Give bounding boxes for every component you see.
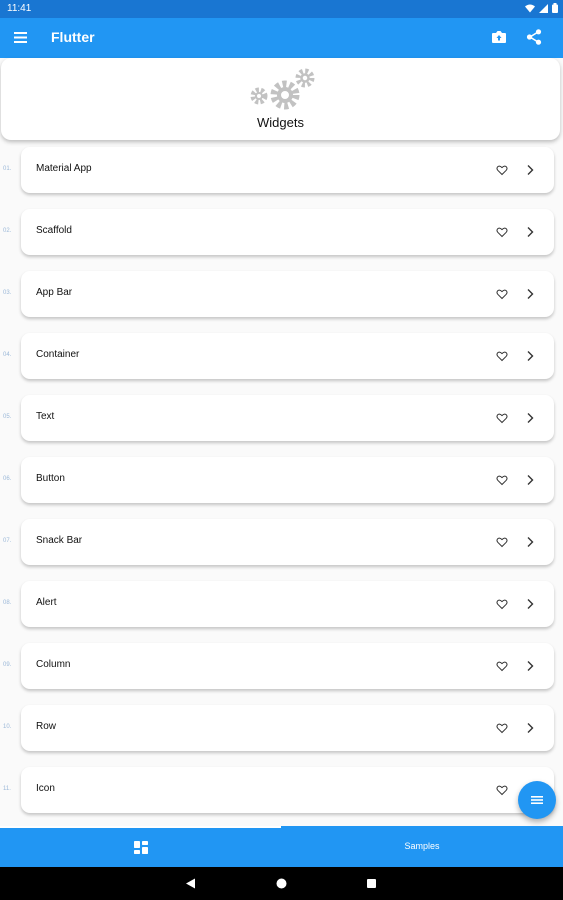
chevron-right-icon[interactable] xyxy=(525,164,535,176)
widget-card[interactable]: Button xyxy=(21,457,554,503)
app-bar: Flutter xyxy=(0,18,563,58)
favorite-icon[interactable] xyxy=(496,722,508,734)
list-item: 02. Scaffold xyxy=(0,203,563,265)
widget-card[interactable]: Row xyxy=(21,705,554,751)
app-title: Flutter xyxy=(51,29,95,45)
back-icon[interactable] xyxy=(185,878,196,889)
widget-label: Container xyxy=(36,349,80,360)
favorite-icon[interactable] xyxy=(496,350,508,362)
widget-label: Icon xyxy=(36,783,55,794)
widget-card[interactable]: Icon xyxy=(21,767,554,813)
selected-tab-indicator xyxy=(0,826,281,828)
chevron-right-icon[interactable] xyxy=(525,350,535,362)
item-number: 10. xyxy=(3,724,12,730)
item-number: 06. xyxy=(3,476,12,482)
favorite-icon[interactable] xyxy=(496,474,508,486)
favorite-icon[interactable] xyxy=(496,412,508,424)
list-item: 05. Text xyxy=(0,389,563,451)
battery-icon xyxy=(552,3,558,13)
list-item: 01. Material App xyxy=(0,141,563,203)
widget-label: Button xyxy=(36,473,65,484)
tab-samples-label: Samples xyxy=(404,841,440,851)
list-item: 10. Row xyxy=(0,699,563,761)
item-number: 11. xyxy=(3,786,11,792)
share-icon[interactable] xyxy=(525,28,543,46)
favorite-icon[interactable] xyxy=(496,598,508,610)
favorite-icon[interactable] xyxy=(496,226,508,238)
header-title: Widgets xyxy=(257,115,304,130)
widget-card[interactable]: Column xyxy=(21,643,554,689)
recents-icon[interactable] xyxy=(366,878,377,889)
status-bar: 11:41 xyxy=(0,0,563,18)
widget-card[interactable]: Material App xyxy=(21,147,554,193)
widget-label: Snack Bar xyxy=(36,535,83,546)
home-icon[interactable] xyxy=(276,878,287,889)
favorite-icon[interactable] xyxy=(496,536,508,548)
item-number: 01. xyxy=(3,166,12,172)
dashboard-icon xyxy=(134,841,148,854)
chevron-right-icon[interactable] xyxy=(525,288,535,300)
list-item: 08. Alert xyxy=(0,575,563,637)
widget-label: App Bar xyxy=(36,287,73,298)
widget-label: Alert xyxy=(36,597,57,608)
widget-card[interactable]: Alert xyxy=(21,581,554,627)
widget-label: Text xyxy=(36,411,55,422)
wifi-icon xyxy=(525,4,535,12)
tab-widgets[interactable] xyxy=(0,826,281,867)
item-number: 03. xyxy=(3,290,12,296)
status-icons xyxy=(525,3,558,13)
widget-label: Column xyxy=(36,659,71,670)
system-navigation-bar xyxy=(0,867,563,900)
chevron-right-icon[interactable] xyxy=(525,412,535,424)
chevron-right-icon[interactable] xyxy=(525,226,535,238)
item-number: 02. xyxy=(3,228,12,234)
favorite-icon[interactable] xyxy=(496,660,508,672)
widgets-list[interactable]: 01. Material App 02. Scaffold 03. App Ba… xyxy=(0,141,563,826)
list-item: 06. Button xyxy=(0,451,563,513)
favorite-icon[interactable] xyxy=(496,784,508,796)
bottom-navigation: Samples xyxy=(0,826,563,867)
widget-card[interactable]: App Bar xyxy=(21,271,554,317)
widget-card[interactable]: Text xyxy=(21,395,554,441)
chevron-right-icon[interactable] xyxy=(525,474,535,486)
item-number: 04. xyxy=(3,352,12,358)
widget-card[interactable]: Container xyxy=(21,333,554,379)
item-number: 05. xyxy=(3,414,12,420)
signal-icon xyxy=(539,3,548,13)
list-item: 03. App Bar xyxy=(0,265,563,327)
chevron-right-icon[interactable] xyxy=(525,536,535,548)
list-icon xyxy=(531,796,543,804)
widget-label: Row xyxy=(36,721,57,732)
list-item: 04. Container xyxy=(0,327,563,389)
list-item: 09. Column xyxy=(0,637,563,699)
gears-icon xyxy=(250,68,315,110)
widget-label: Scaffold xyxy=(36,225,72,236)
widgets-header-card: Widgets xyxy=(1,58,560,140)
item-number: 09. xyxy=(3,662,12,668)
widget-label: Material App xyxy=(36,163,92,174)
list-item: 07. Snack Bar xyxy=(0,513,563,575)
chevron-right-icon[interactable] xyxy=(525,598,535,610)
fab-list-button[interactable] xyxy=(518,781,556,819)
tab-samples[interactable]: Samples xyxy=(281,826,563,867)
widget-card[interactable]: Scaffold xyxy=(21,209,554,255)
camera-upload-icon[interactable] xyxy=(490,28,508,46)
favorite-icon[interactable] xyxy=(496,288,508,300)
chevron-right-icon[interactable] xyxy=(525,722,535,734)
chevron-right-icon[interactable] xyxy=(525,660,535,672)
menu-icon[interactable] xyxy=(13,30,28,45)
favorite-icon[interactable] xyxy=(496,164,508,176)
item-number: 07. xyxy=(3,538,12,544)
widget-card[interactable]: Snack Bar xyxy=(21,519,554,565)
list-item: 11. Icon xyxy=(0,761,563,823)
item-number: 08. xyxy=(3,600,12,606)
status-time: 11:41 xyxy=(7,3,32,14)
